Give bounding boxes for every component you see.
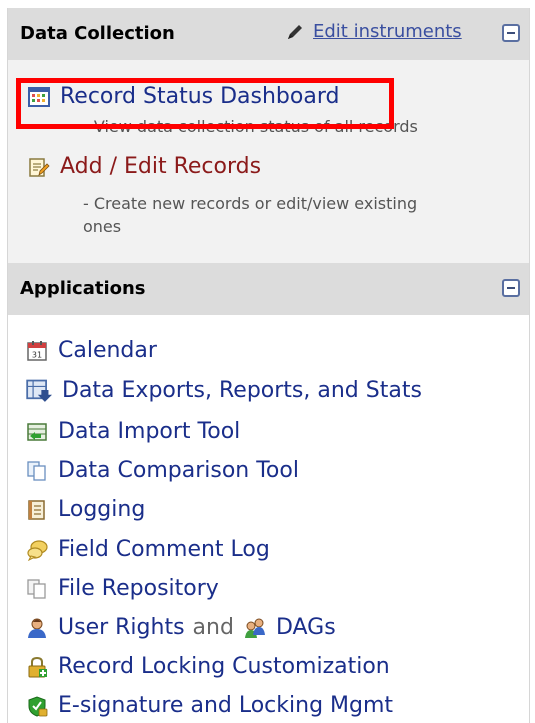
app-item-label: Record Locking Customization — [58, 654, 390, 679]
data-import-icon — [27, 422, 47, 441]
app-item-label: Data Comparison Tool — [58, 458, 299, 483]
lock-icon — [28, 656, 47, 677]
file-repository-icon — [27, 578, 46, 599]
user-icon — [28, 618, 46, 638]
and-text: and — [192, 615, 234, 640]
app-item-esignature[interactable]: E-signature and Locking Mgmt — [26, 693, 393, 718]
applications-header: Applications — [8, 263, 529, 315]
highlight-box — [16, 78, 394, 129]
pencil-icon — [288, 24, 302, 39]
app-item-logging[interactable]: Logging — [26, 497, 145, 522]
applications-title: Applications — [20, 278, 146, 299]
app-item-label: Data Import Tool — [58, 419, 241, 444]
data-collection-header: Data Collection Edit instruments — [8, 8, 529, 60]
add-edit-records-desc-1: - Create new records or edit/view existi… — [83, 194, 418, 213]
sidebar-panel: Data Collection Edit instruments - View … — [7, 8, 530, 723]
app-item-label: Logging — [58, 497, 146, 522]
calendar-icon: 31 — [27, 340, 47, 361]
edit-instruments-label: Edit instruments — [313, 21, 462, 42]
app-item-file-repository[interactable]: File Repository — [26, 576, 219, 601]
svg-text:31: 31 — [32, 350, 42, 359]
comment-log-icon — [27, 539, 48, 561]
minus-icon — [507, 32, 515, 34]
add-edit-records-desc-2: ones — [83, 217, 122, 236]
user-rights-link[interactable]: User Rights — [58, 615, 185, 640]
collapse-data-collection-button[interactable] — [502, 24, 520, 42]
app-item-label: Field Comment Log — [58, 537, 270, 562]
dags-link[interactable]: DAGs — [276, 615, 336, 640]
app-item-data-exports[interactable]: Data Exports, Reports, and Stats — [26, 377, 422, 403]
minus-icon — [507, 287, 515, 289]
data-export-icon — [26, 379, 52, 402]
data-collection-title: Data Collection — [20, 23, 175, 44]
app-item-data-import[interactable]: Data Import Tool — [26, 419, 240, 444]
app-item-label: E-signature and Locking Mgmt — [58, 693, 394, 718]
esignature-icon — [28, 695, 48, 717]
app-item-calendar[interactable]: 31 Calendar — [26, 338, 157, 363]
app-item-field-comment-log[interactable]: Field Comment Log — [26, 537, 270, 562]
app-item-label: File Repository — [58, 576, 219, 601]
app-item-label: Calendar — [58, 338, 157, 363]
logging-icon — [28, 499, 45, 520]
collapse-applications-button[interactable] — [502, 279, 520, 297]
app-item-user-rights-dags: User Rights and DAGs — [26, 615, 336, 640]
add-edit-records-label: Add / Edit Records — [60, 154, 262, 179]
add-edit-records-link[interactable]: Add / Edit Records — [28, 154, 261, 179]
data-comparison-icon — [27, 460, 46, 481]
app-item-record-locking[interactable]: Record Locking Customization — [26, 654, 390, 679]
edit-instruments-link[interactable]: Edit instruments — [285, 21, 462, 42]
dags-group-icon — [244, 618, 265, 638]
edit-records-icon — [29, 157, 50, 177]
app-item-label: Data Exports, Reports, and Stats — [62, 377, 422, 403]
app-item-data-comparison[interactable]: Data Comparison Tool — [26, 458, 299, 483]
